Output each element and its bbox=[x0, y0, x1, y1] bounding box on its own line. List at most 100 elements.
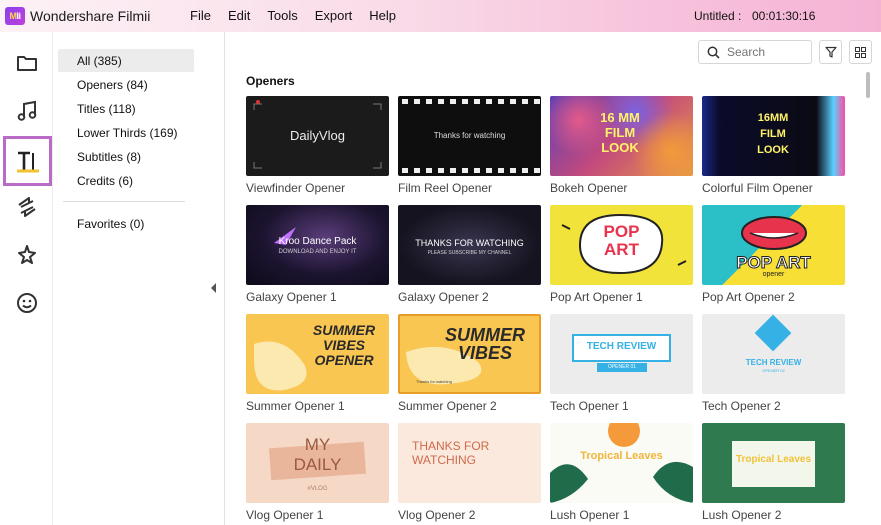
section-title: Openers bbox=[246, 74, 295, 88]
thumbnail-text: POP ART bbox=[603, 222, 640, 259]
media-rail bbox=[0, 32, 53, 525]
rail-media[interactable] bbox=[5, 41, 49, 85]
thumbnail-text: Thanks for watching bbox=[433, 131, 506, 140]
thumbnail-viewfinder: DailyVlog bbox=[246, 96, 389, 176]
thumbnail-galaxy-2: THANKS FOR WATCHING PLEASE SUBSCRIBE MY … bbox=[398, 205, 541, 285]
folder-icon bbox=[17, 56, 37, 71]
thumbnail-text: Tropical Leaves bbox=[580, 450, 663, 462]
card-label: Pop Art Opener 1 bbox=[550, 290, 643, 304]
category-divider bbox=[63, 201, 185, 202]
template-card[interactable]: POP ART opener Pop Art Opener 2 bbox=[702, 205, 845, 304]
scrollbar-thumb[interactable] bbox=[866, 72, 870, 98]
template-card[interactable]: Thanks for watching Film Reel Opener bbox=[398, 96, 541, 195]
category-openers[interactable]: Openers (84) bbox=[58, 73, 194, 96]
thumbnail-tech-1: TECH REVIEW OPENER 01 bbox=[550, 314, 693, 394]
card-label: Summer Opener 1 bbox=[246, 399, 345, 413]
thumbnail-text: 16 MM FILM LOOK bbox=[600, 110, 640, 155]
category-all[interactable]: All (385) bbox=[58, 49, 194, 72]
search-box bbox=[698, 40, 812, 64]
template-card[interactable]: TECH REVIEW OPENER 01 Tech Opener 1 bbox=[550, 314, 693, 413]
thumbnail-summer-2: SUMMER VIBES Thanks for watching bbox=[398, 314, 541, 394]
template-card[interactable]: 16 MM FILM LOOK Bokeh Opener bbox=[550, 96, 693, 195]
thumbnail-subtext: #VLOG bbox=[307, 486, 328, 492]
thumbnail-text: POP ART bbox=[736, 253, 812, 273]
menu-file[interactable]: File bbox=[190, 8, 211, 23]
template-card[interactable]: 16MM FILM LOOK Colorful Film Opener bbox=[702, 96, 845, 195]
thumbnail-text: SUMMER VIBES OPENER bbox=[312, 322, 376, 368]
app-title: Wondershare Filmii bbox=[30, 8, 151, 24]
template-card[interactable]: Kroo Dance Pack DOWNLOAD AND ENJOY IT Ga… bbox=[246, 205, 389, 304]
template-card[interactable]: THANKS FOR WATCHING Vlog Opener 2 bbox=[398, 423, 541, 522]
menu-export[interactable]: Export bbox=[315, 8, 353, 23]
card-label: Lush Opener 1 bbox=[550, 508, 630, 522]
sticker-icon bbox=[17, 293, 37, 313]
category-credits[interactable]: Credits (6) bbox=[58, 169, 194, 192]
project-name: Untitled : bbox=[694, 9, 742, 23]
menu-tools[interactable]: Tools bbox=[267, 8, 297, 23]
card-label: Vlog Opener 1 bbox=[246, 508, 324, 522]
thumbnail-lush-2: Tropical Leaves bbox=[702, 423, 845, 503]
thumbnail-text: SUMMER VIBES bbox=[445, 325, 525, 363]
card-label: Tech Opener 1 bbox=[550, 399, 629, 413]
thumbnail-summer-1: SUMMER VIBES OPENER bbox=[246, 314, 389, 394]
rail-effects[interactable] bbox=[5, 233, 49, 277]
thumbnail-vlog-1: MY DAILY #VLOG bbox=[246, 423, 389, 503]
card-label: Galaxy Opener 2 bbox=[398, 290, 489, 304]
template-card[interactable]: SUMMER VIBES Thanks for watching Summer … bbox=[398, 314, 541, 413]
template-card[interactable]: TECH REVIEW OPENER 02 Tech Opener 2 bbox=[702, 314, 845, 413]
template-card[interactable]: Tropical Leaves Lush Opener 2 bbox=[702, 423, 845, 522]
thumbnail-subtext: DOWNLOAD AND ENJOY IT bbox=[278, 249, 357, 255]
grid-icon bbox=[855, 46, 866, 58]
rail-titles[interactable] bbox=[3, 136, 52, 186]
menu-edit[interactable]: Edit bbox=[228, 8, 250, 23]
thumbnail-colorful-film: 16MM FILM LOOK bbox=[702, 96, 845, 176]
thumbnail-pop-art-1: POP ART bbox=[550, 205, 693, 285]
titles-icon bbox=[16, 151, 39, 173]
grid-view-button[interactable] bbox=[849, 40, 872, 64]
thumbnail-subtext: OPENER 02 bbox=[762, 368, 785, 373]
effects-icon bbox=[18, 245, 36, 264]
thumbnail-text: DailyVlog bbox=[290, 128, 345, 143]
template-card[interactable]: Tropical Leaves Lush Opener 1 bbox=[550, 423, 693, 522]
title-bar: Mli Wondershare Filmii File Edit Tools E… bbox=[0, 0, 881, 32]
category-subtitles[interactable]: Subtitles (8) bbox=[58, 145, 194, 168]
template-card[interactable]: THANKS FOR WATCHING PLEASE SUBSCRIBE MY … bbox=[398, 205, 541, 304]
thumbnail-text: MY DAILY bbox=[293, 435, 342, 474]
category-titles[interactable]: Titles (118) bbox=[58, 97, 194, 120]
app-logo: Mli bbox=[5, 7, 25, 25]
rail-elements[interactable] bbox=[5, 281, 49, 325]
card-label: Tech Opener 2 bbox=[702, 399, 781, 413]
thumbnail-tech-2: TECH REVIEW OPENER 02 bbox=[702, 314, 845, 394]
thumbnail-subtext: OPENER 01 bbox=[597, 363, 647, 372]
card-label: Bokeh Opener bbox=[550, 181, 628, 195]
menu-help[interactable]: Help bbox=[369, 8, 396, 23]
template-card[interactable]: SUMMER VIBES OPENER Summer Opener 1 bbox=[246, 314, 389, 413]
rail-transitions[interactable] bbox=[5, 185, 49, 229]
thumbnail-galaxy-1: Kroo Dance Pack DOWNLOAD AND ENJOY IT bbox=[246, 205, 389, 285]
thumbnail-text: TECH REVIEW bbox=[586, 341, 657, 352]
thumbnail-subtext: PLEASE SUBSCRIBE MY CHANNEL bbox=[427, 250, 512, 256]
collapse-panel-icon[interactable] bbox=[211, 283, 216, 293]
transition-icon bbox=[18, 197, 36, 217]
thumbnail-subtext: Thanks for watching bbox=[416, 379, 452, 384]
template-card[interactable]: POP ART Pop Art Opener 1 bbox=[550, 205, 693, 304]
thumbnail-bokeh: 16 MM FILM LOOK bbox=[550, 96, 693, 176]
card-label: Colorful Film Opener bbox=[702, 181, 813, 195]
music-icon bbox=[17, 100, 37, 121]
category-panel: All (385) Openers (84) Titles (118) Lowe… bbox=[53, 32, 225, 525]
category-lower-thirds[interactable]: Lower Thirds (169) bbox=[58, 121, 194, 144]
rail-audio[interactable] bbox=[5, 89, 49, 133]
timecode: 00:01:30:16 bbox=[752, 9, 816, 23]
search-input[interactable] bbox=[727, 45, 805, 59]
thumbnail-text: TECH REVIEW bbox=[745, 358, 802, 367]
thumbnail-lush-1: Tropical Leaves bbox=[550, 423, 693, 503]
thumbnail-subtext: opener bbox=[762, 271, 785, 278]
card-label: Galaxy Opener 1 bbox=[246, 290, 337, 304]
thumbnail-pop-art-2: POP ART opener bbox=[702, 205, 845, 285]
category-favorites[interactable]: Favorites (0) bbox=[58, 212, 194, 235]
template-card[interactable]: MY DAILY #VLOG Vlog Opener 1 bbox=[246, 423, 389, 522]
card-label: Pop Art Opener 2 bbox=[702, 290, 795, 304]
template-card[interactable]: DailyVlog Viewfinder Opener bbox=[246, 96, 389, 195]
filter-button[interactable] bbox=[819, 40, 842, 64]
card-label: Summer Opener 2 bbox=[398, 399, 497, 413]
